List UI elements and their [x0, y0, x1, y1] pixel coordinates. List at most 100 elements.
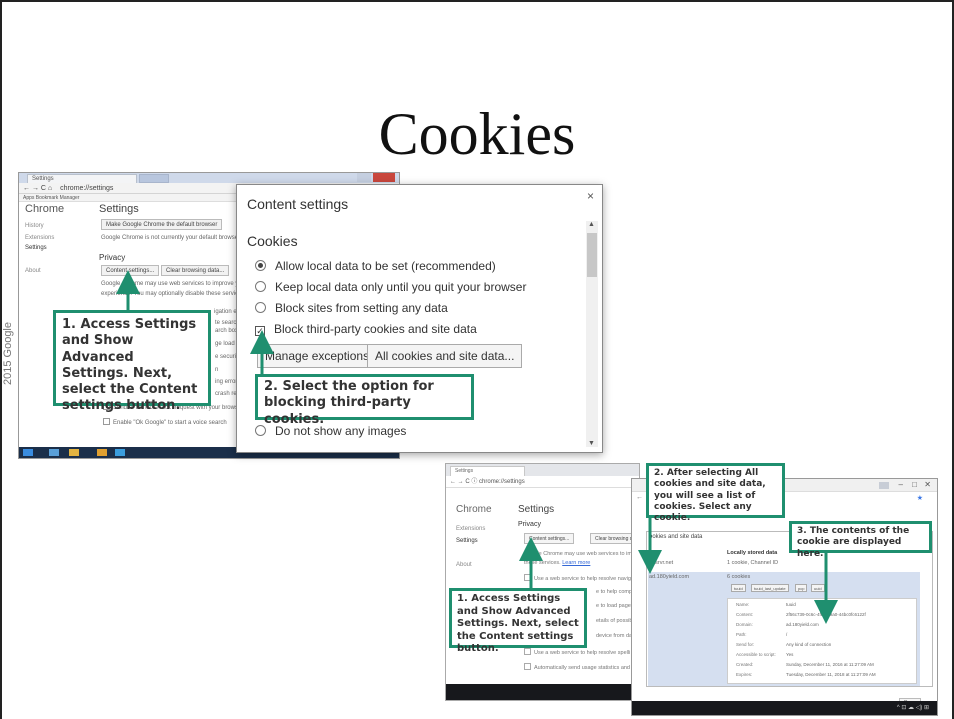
privacy-description: Google Chrome may use web services to im — [524, 551, 632, 557]
page-title: Settings — [99, 203, 139, 215]
chrome-icon[interactable] — [115, 449, 125, 456]
media-icon[interactable] — [97, 449, 107, 456]
dialog-scrollbar[interactable]: ▲ ▼ — [586, 221, 598, 447]
cookie-chip[interactable]: tuuid_last_update — [751, 584, 789, 592]
cookie-chip[interactable]: pcp — [795, 584, 808, 592]
privacy-description: Google Chrome may use web services to im… — [101, 281, 248, 287]
default-browser-text: Google Chrome is not currently your defa… — [101, 235, 241, 241]
block-sites-radio[interactable]: Block sites from setting any data — [255, 301, 448, 315]
detail-value: / — [786, 632, 788, 637]
close-icon[interactable]: × — [587, 189, 594, 203]
detail-label: Content: — [736, 612, 754, 617]
star-icon[interactable]: ★ — [917, 494, 923, 502]
column-header-data: Locally stored data — [727, 550, 778, 556]
window-close-button[interactable] — [373, 173, 395, 182]
nav-item-about[interactable]: About — [25, 268, 41, 274]
window-controls[interactable] — [357, 173, 371, 182]
option-label: Keep local data only until you quit your… — [275, 280, 527, 294]
start-icon[interactable] — [23, 449, 33, 456]
radio-icon[interactable] — [255, 281, 266, 292]
allow-local-data-radio[interactable]: Allow local data to be set (recommended) — [255, 259, 496, 273]
radio-icon[interactable] — [255, 302, 266, 313]
page-title: Settings — [518, 504, 555, 515]
close-icon[interactable]: ✕ — [924, 480, 931, 489]
setting-checkbox[interactable]: Use a web service to help resolve spelli — [524, 648, 630, 656]
setting-checkbox[interactable]: Automatically send usage statistics and — [524, 663, 630, 671]
nav-buttons-icon[interactable]: ← → C ⌂ — [23, 185, 52, 192]
maximize-icon[interactable]: □ — [912, 480, 917, 489]
radio-selected-icon[interactable] — [255, 260, 266, 271]
content-settings-button[interactable]: Content settings... — [101, 265, 160, 276]
cookie-site-row[interactable]: adsrvr.net — [649, 560, 673, 566]
copyright-text: 2015 Google — [2, 322, 14, 385]
window-tab-icon — [879, 482, 889, 489]
new-tab-button[interactable] — [139, 174, 169, 183]
address-bar[interactable]: ← → C ⓘ chrome://settings — [446, 476, 639, 488]
cookie-detail-panel: Name: tuuid Content: 2f56c739-0c6c-4f85-… — [727, 598, 917, 684]
nav-item-extensions[interactable]: Extensions — [456, 526, 485, 532]
nav-item-settings[interactable]: Settings — [456, 538, 478, 544]
setting-checkbox[interactable]: Use a web service to help resolve navig — [524, 574, 631, 582]
privacy-description-2: these services. Learn more — [524, 560, 590, 566]
detail-label: Accessible to script: — [736, 652, 776, 657]
block-third-party-checkbox[interactable]: ✓ Block third-party cookies and site data — [255, 322, 477, 336]
nav-buttons-icon[interactable]: ← → C ⓘ — [450, 479, 479, 485]
browser-tabbar: Settings — [19, 173, 399, 183]
nav-item-extensions[interactable]: Extensions — [25, 235, 54, 241]
cookie-site-row[interactable]: ad.180yield.com — [649, 574, 689, 580]
tab-settings[interactable]: Settings — [450, 466, 525, 476]
cookies-dialog: ookies and site data Site Locally stored… — [646, 531, 933, 687]
learn-more-link[interactable]: Learn more — [562, 560, 590, 566]
app-name: Chrome — [25, 203, 65, 215]
tab-settings[interactable]: Settings — [27, 174, 137, 183]
checkbox-checked-icon[interactable]: ✓ — [255, 326, 265, 336]
callout-step-2: 2. Select the option for blocking third-… — [255, 374, 474, 427]
scroll-down-icon[interactable]: ▼ — [588, 440, 595, 447]
url-text: chrome://settings — [60, 185, 114, 192]
nav-item-history[interactable]: History — [25, 223, 44, 229]
option-label: Block sites from setting any data — [275, 301, 448, 315]
default-browser-button[interactable]: Make Google Chrome the default browser — [101, 219, 223, 230]
callout-step-3: 3. The contents of the cookie are displa… — [789, 521, 932, 559]
back-icon[interactable]: ← — [636, 494, 643, 501]
privacy-heading: Privacy — [99, 253, 126, 262]
content-settings-button[interactable]: Content settings... — [524, 533, 575, 544]
callout-step-1-win10: 1. Access Settings and Show Advanced Set… — [449, 588, 587, 654]
detail-value: Tuesday, December 11, 2018 at 11:27:09 A… — [786, 672, 876, 677]
detail-label: Path: — [736, 632, 747, 637]
folder-icon[interactable] — [69, 449, 79, 456]
dialog-title: Content settings — [247, 196, 349, 212]
partial-line: n — [215, 367, 219, 373]
scroll-up-icon[interactable]: ▲ — [588, 221, 595, 228]
partial-line: crash re — [215, 391, 237, 397]
system-tray[interactable]: ^ ⊡ ☁ ◁) ⊞ — [897, 704, 929, 711]
ie-icon[interactable] — [49, 449, 59, 456]
windows-taskbar — [446, 684, 639, 700]
nav-item-about[interactable]: About — [456, 562, 472, 568]
minimize-icon[interactable]: – — [899, 480, 903, 489]
partial-line: arch box — [215, 328, 239, 334]
column-header-site: Site — [649, 550, 660, 556]
privacy-description-2: experience. You may optionally disable t… — [101, 291, 247, 297]
detail-value: Any kind of connection — [786, 642, 832, 647]
cookie-data-cell: 1 cookie, Channel ID — [727, 560, 779, 566]
detail-value: Sunday, December 11, 2016 at 11:27:09 AM — [786, 662, 874, 667]
option-label: Allow local data to be set (recommended) — [275, 259, 496, 273]
detail-value: tuuid — [786, 602, 796, 607]
option-label: Block third-party cookies and site data — [274, 322, 477, 336]
ok-google-checkbox[interactable]: Enable "Ok Google" to start a voice sear… — [103, 418, 227, 426]
detail-label: Created: — [736, 662, 754, 667]
app-name: Chrome — [456, 504, 492, 515]
setting-partial: e to load pages — [596, 603, 634, 609]
cookies-dialog-title: ookies and site data — [649, 534, 703, 540]
cookie-data-cell: 6 cookies — [727, 574, 751, 580]
detail-label: Domain: — [736, 622, 753, 627]
windows-taskbar: ^ ⊡ ☁ ◁) ⊞ — [632, 701, 937, 715]
cookie-chip[interactable]: uuid — [811, 584, 825, 592]
scrollbar-thumb[interactable] — [587, 233, 597, 277]
cookie-chip[interactable]: tuuid — [731, 584, 746, 592]
all-cookies-button[interactable]: All cookies and site data... — [367, 344, 523, 368]
keep-local-data-radio[interactable]: Keep local data only until you quit your… — [255, 280, 526, 294]
clear-browsing-data-button[interactable]: Clear browsing data... — [161, 265, 230, 276]
nav-item-settings[interactable]: Settings — [25, 245, 47, 251]
